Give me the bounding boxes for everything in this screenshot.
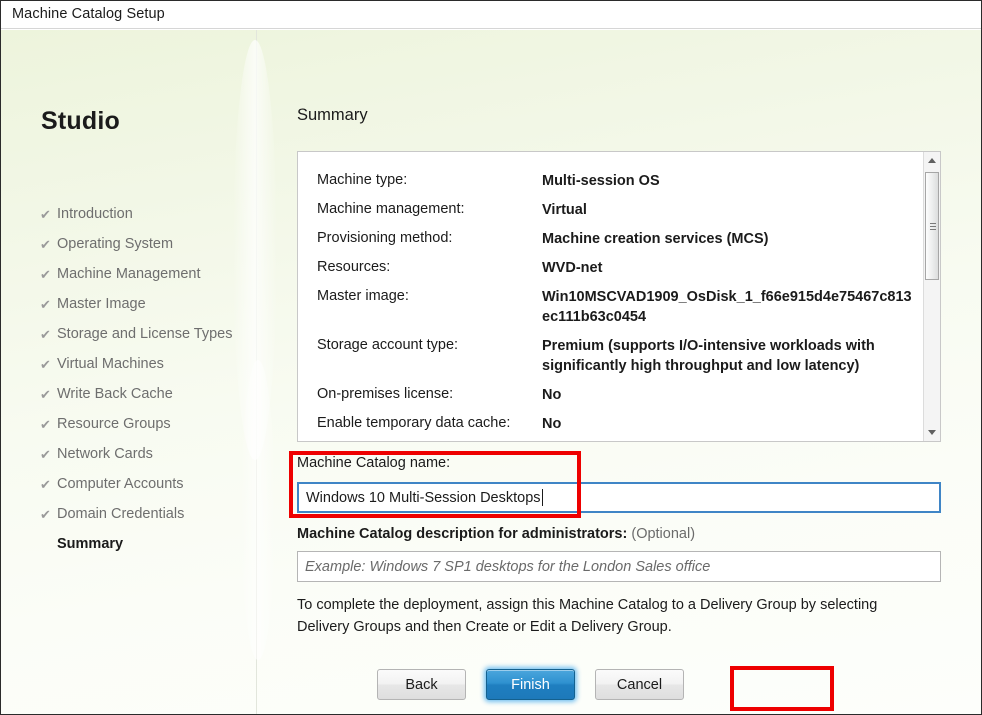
catalog-description-label-text: Machine Catalog description for administ… <box>297 526 628 542</box>
cancel-button[interactable]: Cancel <box>595 669 684 700</box>
check-icon: ✔ <box>40 506 51 522</box>
check-icon: ✔ <box>40 326 51 342</box>
summary-list: Machine type: Multi-session OS Machine m… <box>298 152 924 441</box>
brand-title: Studio <box>41 107 120 135</box>
summary-row-value: Win10MSCVAD1909_OsDisk_1_f66e915d4e75467… <box>542 289 912 325</box>
sidebar-item-label: Summary <box>57 536 124 552</box>
catalog-name-input[interactable]: Windows 10 Multi-Session Desktops <box>297 482 941 513</box>
check-icon: ✔ <box>40 446 51 462</box>
dialog-footer: Back Finish Cancel <box>1 658 981 714</box>
scrollbar-grip-icon <box>930 223 936 230</box>
catalog-description-input[interactable]: Example: Windows 7 SP1 desktops for the … <box>297 551 941 582</box>
sidebar-item-write-back-cache[interactable]: ✔ Write Back Cache <box>40 379 255 409</box>
sidebar-item-label: Resource Groups <box>57 416 171 432</box>
summary-row: Provisioning method: Machine creation se… <box>317 229 924 249</box>
summary-row-value: Virtual <box>542 202 587 218</box>
sidebar-item-label: Write Back Cache <box>57 386 173 402</box>
summary-row: On-premises license: No <box>317 385 924 405</box>
deployment-note: To complete the deployment, assign this … <box>297 597 878 635</box>
summary-row-label: Machine type: <box>317 172 408 188</box>
wizard-step-list: ✔ Introduction ✔ Operating System ✔ Mach… <box>40 199 255 559</box>
wizard-body: Studio ✔ Introduction ✔ Operating System… <box>1 30 981 714</box>
sidebar-item-label: Computer Accounts <box>57 476 184 492</box>
summary-row-value: Multi-session OS <box>542 173 660 189</box>
sidebar-item-label: Introduction <box>57 206 133 222</box>
catalog-name-value: Windows 10 Multi-Session Desktops <box>306 489 541 506</box>
summary-row-label: Provisioning method: <box>317 230 453 246</box>
scrollbar-thumb[interactable] <box>925 172 939 280</box>
catalog-description-label: Machine Catalog description for administ… <box>297 526 695 542</box>
summary-row: Enable temporary data cache: No <box>317 414 924 434</box>
check-icon: ✔ <box>40 416 51 432</box>
summary-row-value: No <box>542 387 562 403</box>
machine-catalog-setup-window: Machine Catalog Setup Studio ✔ Introduct… <box>0 0 982 715</box>
window-title: Machine Catalog Setup <box>12 6 165 22</box>
summary-scrollbar[interactable] <box>923 152 940 441</box>
summary-row-label: Resources: <box>317 259 391 275</box>
sidebar-item-label: Network Cards <box>57 446 153 462</box>
summary-row: Master image: Win10MSCVAD1909_OsDisk_1_f… <box>317 287 924 327</box>
sidebar-item-introduction[interactable]: ✔ Introduction <box>40 199 255 229</box>
summary-row-label: Enable temporary data cache: <box>317 415 511 431</box>
title-bar: Machine Catalog Setup <box>1 1 981 29</box>
summary-row-label: On-premises license: <box>317 386 454 402</box>
summary-row: Storage account type: Premium (supports … <box>317 336 924 376</box>
sidebar-item-master-image[interactable]: ✔ Master Image <box>40 289 255 319</box>
wizard-nav-pane: Studio ✔ Introduction ✔ Operating System… <box>1 30 277 714</box>
sidebar-item-storage-and-license-types[interactable]: ✔ Storage and License Types <box>40 319 255 349</box>
summary-row-value: Premium (supports I/O-intensive workload… <box>542 338 875 374</box>
summary-row: Resources: WVD-net <box>317 258 924 278</box>
sidebar-item-machine-management[interactable]: ✔ Machine Management <box>40 259 255 289</box>
check-icon: ✔ <box>40 296 51 312</box>
finish-button[interactable]: Finish <box>486 669 575 700</box>
sidebar-item-label: Operating System <box>57 236 174 252</box>
sidebar-item-network-cards[interactable]: ✔ Network Cards <box>40 439 255 469</box>
summary-row-label: Master image: <box>317 288 409 304</box>
catalog-description-placeholder: Example: Windows 7 SP1 desktops for the … <box>305 558 711 575</box>
summary-row: Machine type: Multi-session OS <box>317 171 924 191</box>
sidebar-item-operating-system[interactable]: ✔ Operating System <box>40 229 255 259</box>
summary-row-value: WVD-net <box>542 260 603 276</box>
check-icon: ✔ <box>40 356 51 372</box>
wizard-content-pane: Summary Machine type: Multi-session OS M… <box>257 30 981 714</box>
summary-row-label: Machine management: <box>317 201 465 217</box>
sidebar-item-virtual-machines[interactable]: ✔ Virtual Machines <box>40 349 255 379</box>
sidebar-item-label: Domain Credentials <box>57 506 185 522</box>
summary-row-value: Machine creation services (MCS) <box>542 231 769 247</box>
summary-row-label: Storage account type: <box>317 337 459 353</box>
page-title: Summary <box>297 106 368 124</box>
sidebar-item-domain-credentials[interactable]: ✔ Domain Credentials <box>40 499 255 529</box>
catalog-description-optional-text: (Optional) <box>631 526 696 542</box>
check-icon: ✔ <box>40 386 51 402</box>
summary-row: Machine management: Virtual <box>317 200 924 220</box>
text-caret <box>541 489 543 506</box>
sidebar-item-label: Machine Management <box>57 266 201 282</box>
scroll-down-arrow-icon[interactable] <box>924 424 940 441</box>
sidebar-item-label: Virtual Machines <box>57 356 164 372</box>
scroll-up-arrow-icon[interactable] <box>924 152 940 169</box>
sidebar-item-label: Storage and License Types <box>57 326 233 342</box>
sidebar-item-label: Master Image <box>57 296 146 312</box>
check-icon: ✔ <box>40 206 51 222</box>
sidebar-item-resource-groups[interactable]: ✔ Resource Groups <box>40 409 255 439</box>
summary-panel: Machine type: Multi-session OS Machine m… <box>297 151 941 442</box>
catalog-name-label: Machine Catalog name: <box>297 455 451 471</box>
check-icon: ✔ <box>40 476 51 492</box>
sidebar-item-summary[interactable]: Summary <box>40 529 255 559</box>
back-button[interactable]: Back <box>377 669 466 700</box>
sidebar-item-computer-accounts[interactable]: ✔ Computer Accounts <box>40 469 255 499</box>
check-icon: ✔ <box>40 236 51 252</box>
check-icon: ✔ <box>40 266 51 282</box>
summary-row-value: No <box>542 416 562 432</box>
